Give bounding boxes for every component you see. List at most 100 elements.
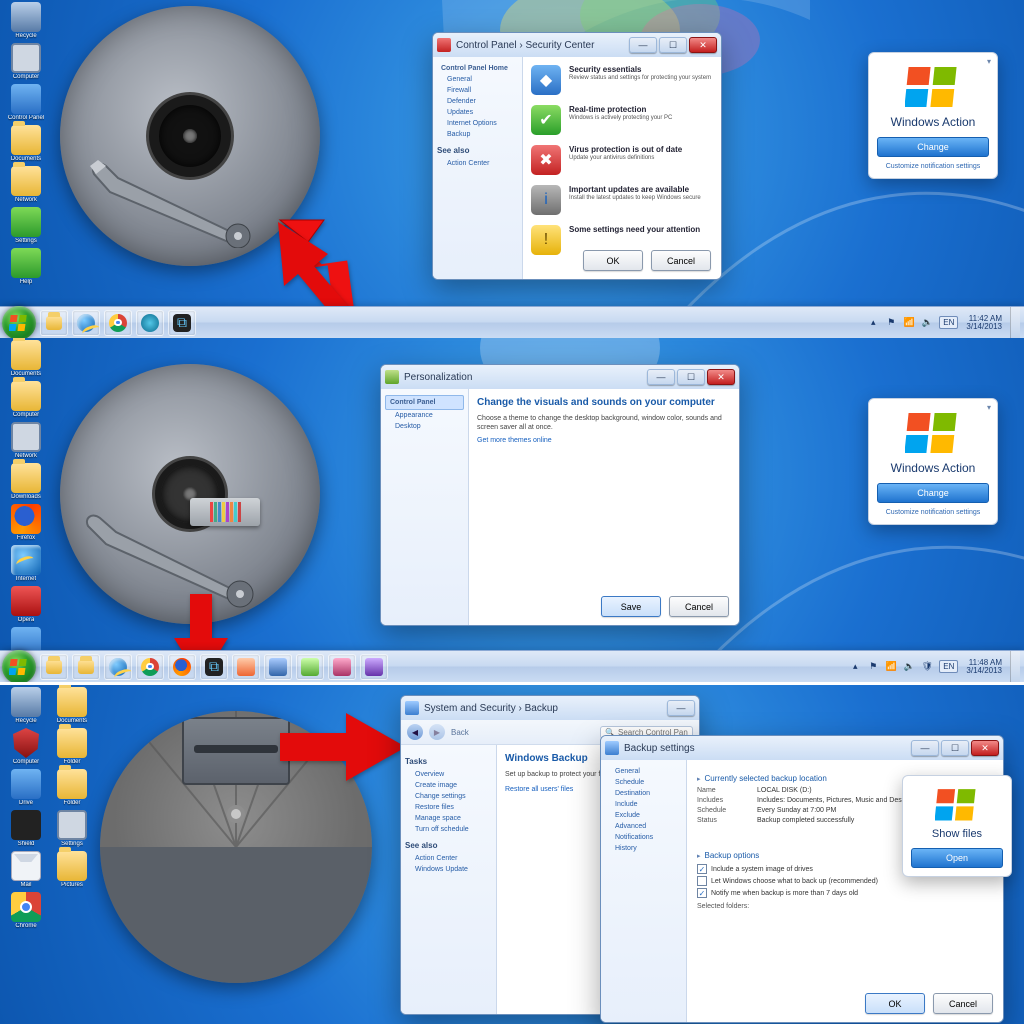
- side-item[interactable]: General: [437, 74, 518, 85]
- side-item[interactable]: Defender: [437, 96, 518, 107]
- desktop-icon[interactable]: Computer: [4, 728, 48, 765]
- gadget-main-button[interactable]: Change: [877, 137, 989, 157]
- minimize-button[interactable]: —: [629, 37, 657, 53]
- show-desktop-button[interactable]: [1010, 651, 1020, 683]
- desktop-icon-opera[interactable]: Opera: [4, 586, 48, 623]
- taskbar-pin[interactable]: ⧉: [200, 654, 228, 680]
- taskbar-pin-ie[interactable]: [72, 310, 100, 336]
- desktop-icon-recycle[interactable]: Recycle: [4, 2, 48, 39]
- breadcrumb[interactable]: Back: [451, 728, 469, 737]
- gadget-link[interactable]: Customize notification settings: [886, 509, 981, 516]
- desktop-icon[interactable]: Computer: [4, 381, 48, 418]
- security-center-window[interactable]: Control Panel › Security Center — ☐ ✕ Co…: [432, 32, 722, 280]
- gadget-main-button[interactable]: Change: [877, 483, 989, 503]
- checkbox[interactable]: [697, 876, 707, 886]
- side-item[interactable]: Action Center: [405, 853, 492, 864]
- side-item[interactable]: Advanced: [605, 821, 682, 832]
- checkbox-row[interactable]: Let Windows choose what to back up (reco…: [697, 876, 993, 886]
- desktop-icon[interactable]: Folder: [50, 728, 94, 765]
- maximize-button[interactable]: ☐: [677, 369, 705, 385]
- maximize-button[interactable]: ☐: [659, 37, 687, 53]
- tray-volume-icon[interactable]: 🔈: [903, 661, 915, 673]
- taskbar-pin-media[interactable]: [136, 310, 164, 336]
- ok-button[interactable]: OK: [865, 993, 925, 1014]
- taskbar-pin[interactable]: [104, 654, 132, 680]
- forward-button[interactable]: ▶: [429, 724, 445, 740]
- side-item[interactable]: Change settings: [405, 791, 492, 802]
- tray-network-icon[interactable]: 📶: [903, 317, 915, 329]
- desktop-icon[interactable]: Documents: [50, 687, 94, 724]
- side-item[interactable]: Schedule: [605, 777, 682, 788]
- back-button[interactable]: ◀: [407, 724, 423, 740]
- window-titlebar[interactable]: System and Security › Backup —: [401, 696, 699, 720]
- gadget-main-button[interactable]: Open: [911, 848, 1003, 868]
- tray-lang[interactable]: EN: [939, 660, 958, 673]
- side-item[interactable]: Backup: [437, 129, 518, 140]
- checkbox[interactable]: ✓: [697, 864, 707, 874]
- tray-shield-icon[interactable]: 🛡: [921, 661, 933, 673]
- start-button[interactable]: [2, 306, 36, 339]
- desktop-icon[interactable]: Recycle: [4, 687, 48, 724]
- cancel-button[interactable]: Cancel: [651, 250, 711, 271]
- minimize-button[interactable]: —: [647, 369, 675, 385]
- desktop-icon[interactable]: Folder: [50, 769, 94, 806]
- show-desktop-button[interactable]: [1010, 307, 1020, 339]
- security-item[interactable]: ◆ Security essentials Review status and …: [531, 65, 713, 95]
- checkbox-row[interactable]: ✓Notify me when backup is more than 7 da…: [697, 888, 993, 898]
- desktop-icon[interactable]: Settings: [50, 810, 94, 847]
- close-button[interactable]: ✕: [707, 369, 735, 385]
- side-item[interactable]: Internet Options: [437, 118, 518, 129]
- taskbar-pin[interactable]: [168, 654, 196, 680]
- tray-lang[interactable]: EN: [939, 316, 958, 329]
- side-item[interactable]: Create image: [405, 780, 492, 791]
- desktop-icon[interactable]: Documents: [4, 340, 48, 377]
- taskbar-pin[interactable]: [232, 654, 260, 680]
- close-button[interactable]: ✕: [689, 37, 717, 53]
- side-item[interactable]: Appearance: [385, 410, 464, 421]
- close-button[interactable]: ✕: [971, 740, 999, 756]
- desktop-icon[interactable]: Downloads: [4, 463, 48, 500]
- desktop-icon-chrome[interactable]: Chrome: [4, 892, 48, 929]
- desktop-icon-computer[interactable]: Computer: [4, 43, 48, 80]
- gadget-link[interactable]: Customize notification settings: [886, 163, 981, 170]
- tray-flag-icon[interactable]: ⚑: [885, 317, 897, 329]
- side-item[interactable]: Manage space: [405, 813, 492, 824]
- window-titlebar[interactable]: Personalization — ☐ ✕: [381, 365, 739, 389]
- tray-flag-icon[interactable]: ⚑: [867, 661, 879, 673]
- side-item[interactable]: Updates: [437, 107, 518, 118]
- desktop-icon-help[interactable]: Help: [4, 248, 48, 285]
- tray-volume-icon[interactable]: 🔈: [921, 317, 933, 329]
- tray-expand-icon[interactable]: ▴: [849, 661, 861, 673]
- taskbar-pin-chrome[interactable]: [104, 310, 132, 336]
- side-item[interactable]: Windows Update: [405, 864, 492, 875]
- personalization-window[interactable]: Personalization — ☐ ✕ Control Panel Appe…: [380, 364, 740, 626]
- desktop-icon-ie[interactable]: Internet: [4, 545, 48, 582]
- tray-network-icon[interactable]: 📶: [885, 661, 897, 673]
- tray-clock[interactable]: 11:48 AM 3/14/2013: [964, 659, 1004, 675]
- desktop-icon[interactable]: Pictures: [50, 851, 94, 888]
- side-item[interactable]: Destination: [605, 788, 682, 799]
- gadget-card[interactable]: Show files Open: [902, 775, 1012, 877]
- side-item[interactable]: Include: [605, 799, 682, 810]
- checkbox[interactable]: ✓: [697, 888, 707, 898]
- side-item[interactable]: Desktop: [385, 421, 464, 432]
- desktop-icon[interactable]: Network: [4, 422, 48, 459]
- side-item[interactable]: Overview: [405, 769, 492, 780]
- taskbar-pin[interactable]: [328, 654, 356, 680]
- ok-button[interactable]: OK: [583, 250, 643, 271]
- gadget-options-icon[interactable]: ▾: [987, 403, 991, 412]
- maximize-button[interactable]: ☐: [941, 740, 969, 756]
- taskbar-pin[interactable]: [296, 654, 324, 680]
- tray-clock[interactable]: 11:42 AM 3/14/2013: [964, 315, 1004, 331]
- window-titlebar[interactable]: Control Panel › Security Center — ☐ ✕: [433, 33, 721, 57]
- gadget-options-icon[interactable]: ▾: [987, 57, 991, 66]
- desktop-icon[interactable]: Shield: [4, 810, 48, 847]
- gadget-card[interactable]: ▾ Windows Action Change Customize notifi…: [868, 398, 998, 525]
- desktop-icon-firefox[interactable]: Firefox: [4, 504, 48, 541]
- desktop-icon[interactable]: Drive: [4, 769, 48, 806]
- side-item[interactable]: Firewall: [437, 85, 518, 96]
- desktop-icon-settings[interactable]: Settings: [4, 207, 48, 244]
- security-item[interactable]: ✖ Virus protection is out of date Update…: [531, 145, 713, 175]
- cancel-button[interactable]: Cancel: [933, 993, 993, 1014]
- start-button[interactable]: [2, 650, 36, 683]
